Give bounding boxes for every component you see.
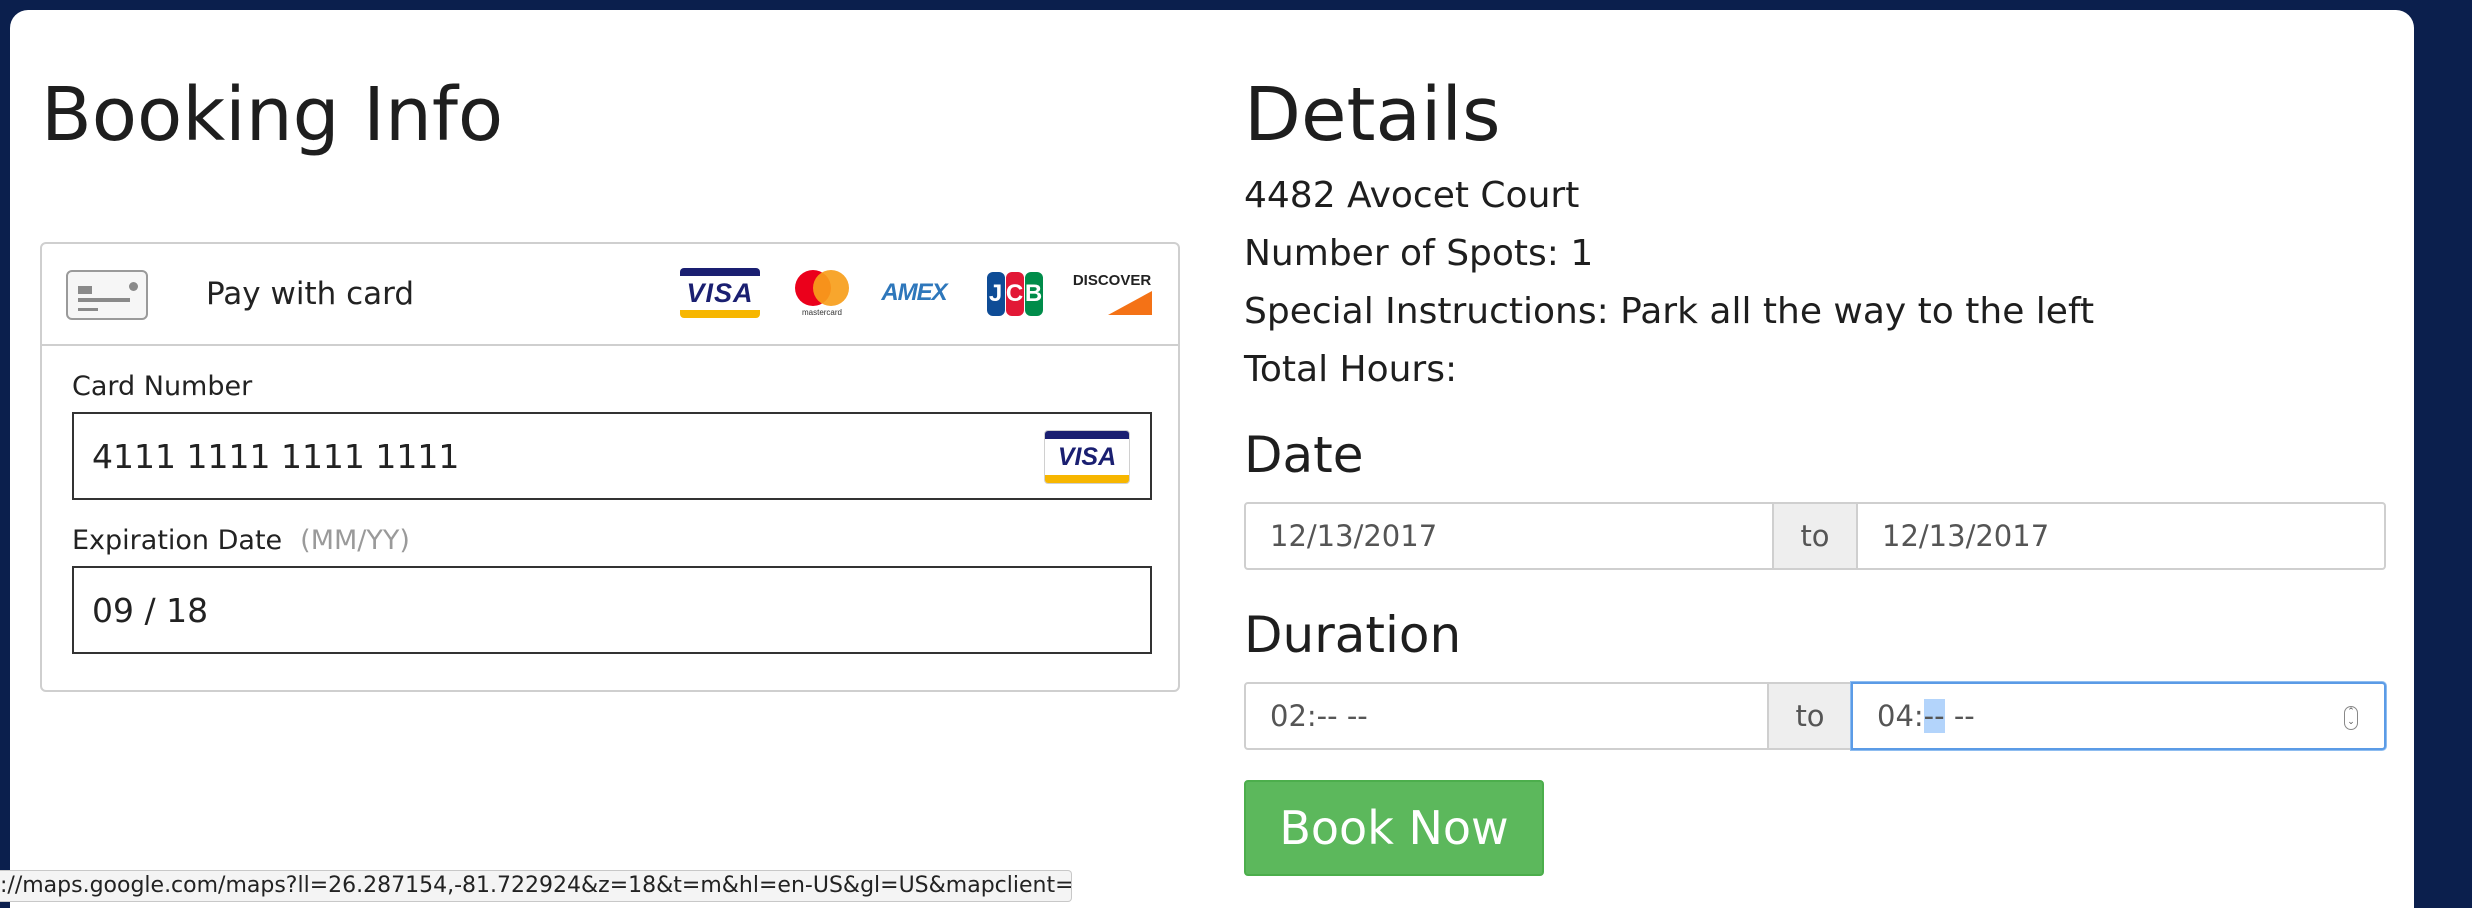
book-now-button[interactable]: Book Now <box>1244 780 1544 876</box>
duration-range-group: 02:-- -- to 04: -- -- ⌃ ⌄ <box>1244 682 2386 750</box>
card-number-label: Card Number <box>72 371 253 402</box>
date-from-input[interactable]: 12/13/2017 <box>1244 502 1774 570</box>
date-range-group: 12/13/2017 to 12/13/2017 <box>1244 502 2386 570</box>
time-to-input[interactable]: 04: -- -- ⌃ ⌄ <box>1851 682 2386 750</box>
mastercard-logo-icon: mastercard <box>790 268 854 318</box>
expiration-date-input[interactable]: 09 / 18 <box>72 566 1152 654</box>
visa-card-type-icon: VISA <box>1044 430 1130 484</box>
date-to-input[interactable]: 12/13/2017 <box>1856 502 2386 570</box>
address-text: 4482 Avocet Court <box>1244 175 1580 216</box>
expiration-date-label: Expiration Date (MM/YY) <box>72 525 410 556</box>
special-instructions-text: Special Instructions: Park all the way t… <box>1244 291 2095 332</box>
duration-range-separator: to <box>1769 682 1851 750</box>
status-bar-url: ://maps.google.com/maps?ll=26.287154,-81… <box>0 870 1072 902</box>
jcb-logo-icon: JCB <box>986 272 1044 316</box>
time-spinner-icon[interactable]: ⌃ ⌄ <box>2344 706 2358 730</box>
card-number-value: 4111 1111 1111 1111 <box>92 436 460 476</box>
expiration-date-value: 09 / 18 <box>92 590 209 630</box>
duration-heading: Duration <box>1244 606 1462 664</box>
credit-card-icon <box>66 270 148 320</box>
expiration-format-hint: (MM/YY) <box>300 525 410 556</box>
pay-with-card-label: Pay with card <box>206 276 415 312</box>
card-number-input[interactable]: 4111 1111 1111 1111 VISA <box>72 412 1152 500</box>
booking-info-heading: Booking Info <box>41 72 504 158</box>
date-range-separator: to <box>1774 502 1856 570</box>
date-heading: Date <box>1244 426 1364 484</box>
details-heading: Details <box>1244 72 1501 158</box>
card-header: Pay with card VISA mastercard AMEX JCB D… <box>42 244 1178 346</box>
visa-logo-icon: VISA <box>680 268 760 318</box>
spots-text: Number of Spots: 1 <box>1244 233 1594 274</box>
time-from-input[interactable]: 02:-- -- <box>1244 682 1769 750</box>
amex-logo-icon: AMEX <box>881 279 947 306</box>
total-hours-text: Total Hours: <box>1244 349 1458 390</box>
discover-logo-icon: DISCOVER <box>1072 268 1152 318</box>
time-minutes-segment: -- <box>1923 699 1945 733</box>
